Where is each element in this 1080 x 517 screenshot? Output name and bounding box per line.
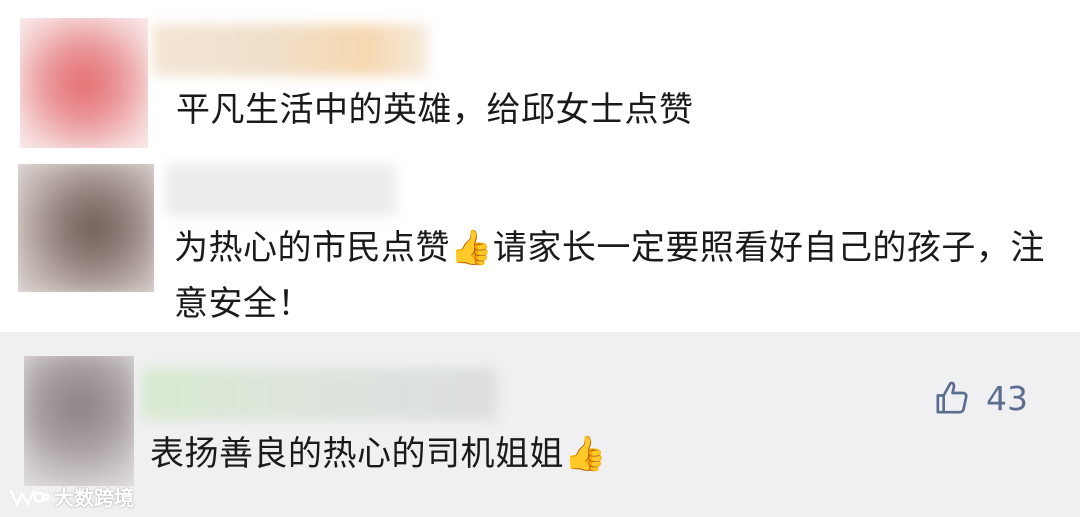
comment-text-part: 表扬善良的热心的司机姐姐 [150,434,564,474]
comment-list: 平凡生活中的英雄，给邱女士点赞 为热心的市民点赞👍请家长一定要照看好自己的孩子，… [0,0,1080,517]
thumbs-up-outline-icon [936,381,968,414]
comment-text: 为热心的市民点赞👍请家长一定要照看好自己的孩子，注意安全！ [174,220,1054,332]
comment-item: 为热心的市民点赞👍请家长一定要照看好自己的孩子，注意安全！ [0,160,1080,332]
avatar[interactable] [24,356,134,486]
watermark: 大数跨境 [8,482,134,511]
wechat-channel-logo-icon [9,489,50,507]
comment-item-highlighted: 43 表扬善良的热心的司机姐姐👍 大数跨境 [0,332,1080,517]
thumbs-up-emoji-icon: 👍 [450,228,493,268]
like-button[interactable]: 43 [932,376,1028,420]
comment-text: 平凡生活中的英雄，给邱女士点赞 [176,90,694,130]
username-blurred[interactable] [142,368,496,420]
comment-item: 平凡生活中的英雄，给邱女士点赞 [0,0,1080,160]
like-count: 43 [986,378,1028,418]
watermark-text: 大数跨境 [54,486,134,510]
avatar[interactable] [18,164,154,292]
comment-text-part: 为热心的市民点赞 [174,228,450,268]
username-blurred[interactable] [152,24,428,76]
username-blurred[interactable] [166,164,396,216]
thumbs-up-emoji-icon: 👍 [564,434,607,474]
avatar[interactable] [20,18,148,148]
comment-text: 表扬善良的热心的司机姐姐👍 [150,428,1030,480]
